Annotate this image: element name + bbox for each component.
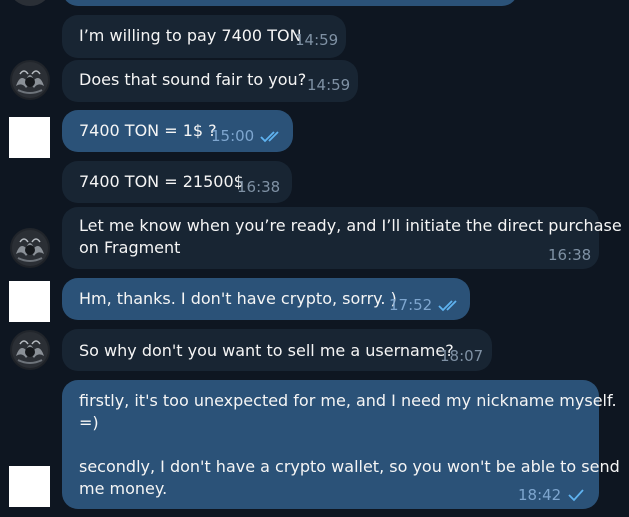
message-text: firstly, it's too unexpected for me, and…: [79, 391, 617, 410]
message-text: 7400 TON = 21500$: [79, 172, 244, 191]
single-check-icon: [568, 489, 584, 502]
message-time: 14:59: [307, 76, 351, 94]
chat-history[interactable]: I’m willing to pay 7400 TON 14:59 Does t…: [0, 0, 629, 517]
message-bubble[interactable]: Does that sound fair to you? 14:59: [62, 60, 358, 102]
message-time: 14:59: [295, 31, 339, 49]
message-time: 17:52: [389, 296, 433, 314]
message-text: Let me know when you’re ready, and I’ll …: [79, 216, 622, 235]
message-text: Does that sound fair to you?: [79, 70, 307, 89]
double-check-icon: [438, 300, 457, 312]
message-time: 18:07: [440, 347, 484, 365]
message-text: So why don't you want to sell me a usern…: [79, 341, 454, 360]
message-bubble[interactable]: Let me know when you’re ready, and I’ll …: [62, 207, 622, 269]
message-time: 16:38: [548, 246, 592, 264]
message-text: on Fragment: [79, 238, 181, 257]
double-check-icon: [260, 131, 279, 143]
message-text: I’m willing to pay 7400 TON: [79, 26, 302, 45]
previous-message-bubble[interactable]: [62, 0, 518, 6]
message-time: 15:00: [211, 127, 255, 145]
message-time: 16:38: [237, 178, 281, 196]
message-bubble[interactable]: 7400 TON = 21500$ 16:38: [62, 161, 292, 203]
own-avatar-icon[interactable]: [9, 117, 50, 158]
message-bubble[interactable]: firstly, it's too unexpected for me, and…: [62, 380, 620, 509]
message-text: secondly, I don't have a crypto wallet, …: [79, 457, 620, 476]
message-bubble[interactable]: I’m willing to pay 7400 TON 14:59: [62, 15, 346, 58]
message-text: =): [79, 413, 99, 432]
message-bubble[interactable]: So why don't you want to sell me a usern…: [62, 329, 492, 371]
previous-avatar[interactable]: [10, 0, 50, 6]
message-bubble[interactable]: Hm, thanks. I don't have crypto, sorry. …: [62, 278, 470, 320]
own-avatar-icon[interactable]: [9, 281, 50, 322]
contact-avatar-icon[interactable]: [10, 228, 50, 268]
message-text: 7400 TON = 1$ ?: [79, 121, 217, 140]
message-bubble[interactable]: 7400 TON = 1$ ? 15:00: [62, 110, 293, 152]
message-time: 18:42: [518, 486, 562, 504]
contact-avatar-icon[interactable]: [10, 330, 50, 370]
own-avatar-icon[interactable]: [9, 466, 50, 507]
contact-avatar-icon[interactable]: [10, 60, 50, 100]
message-text: me money.: [79, 479, 168, 498]
message-text: Hm, thanks. I don't have crypto, sorry. …: [79, 289, 397, 308]
